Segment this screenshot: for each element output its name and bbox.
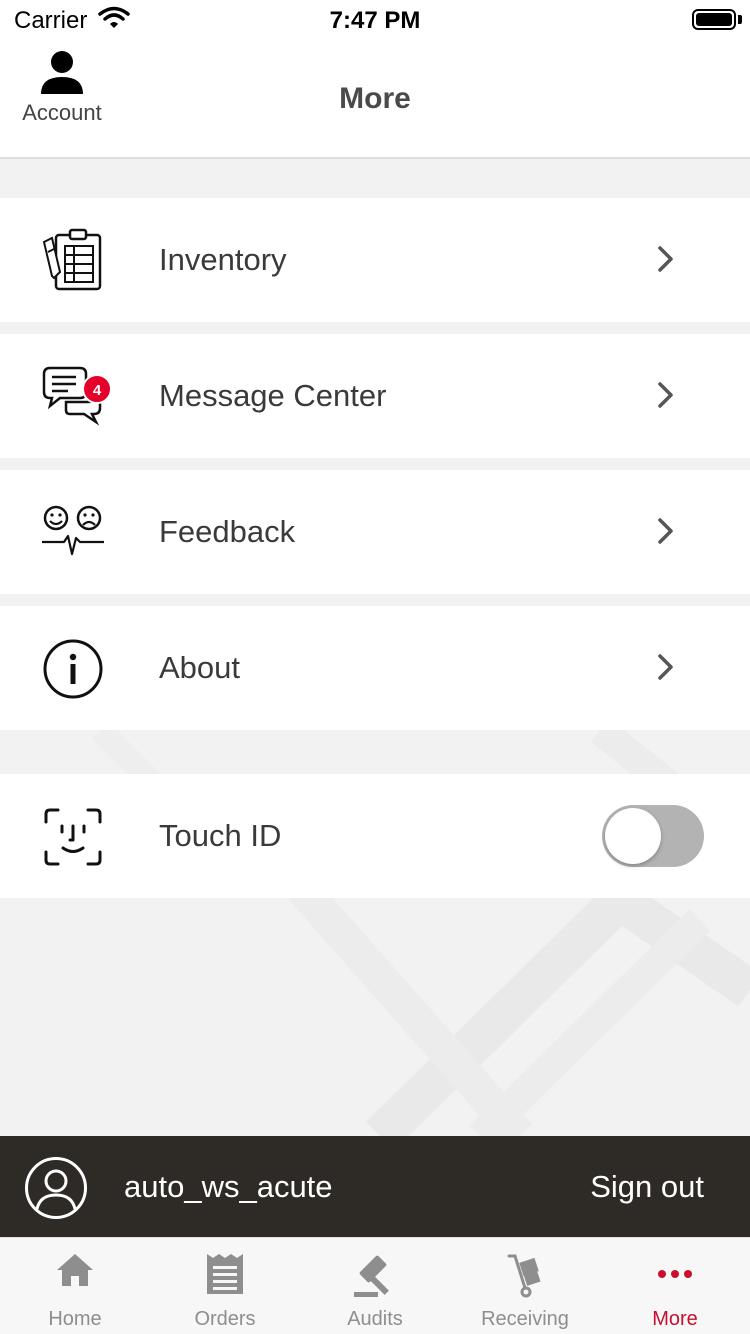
touch-id-toggle[interactable] bbox=[602, 805, 704, 867]
home-icon bbox=[57, 1254, 93, 1286]
chevron-right-icon bbox=[658, 518, 673, 544]
status-time: 7:47 PM bbox=[329, 7, 421, 34]
tab-bar: Home Orders Audits Receiving More bbox=[0, 1237, 750, 1334]
face-scan-icon bbox=[44, 808, 102, 866]
chevron-right-icon bbox=[658, 382, 673, 408]
touch-id-row: Touch ID bbox=[0, 774, 750, 898]
menu-item-label: Message Center bbox=[159, 378, 387, 413]
chevron-right-icon bbox=[658, 654, 673, 680]
user-bar: auto_ws_acute Sign out bbox=[0, 1136, 750, 1237]
toggle-knob bbox=[605, 808, 661, 864]
menu-item-label: Inventory bbox=[159, 242, 287, 277]
tab-orders[interactable]: Orders bbox=[150, 1238, 300, 1334]
receipt-icon bbox=[207, 1254, 243, 1294]
status-bar: Carrier 7:47 PM bbox=[0, 0, 750, 40]
menu-item-label: Feedback bbox=[159, 514, 296, 549]
hand-truck-icon bbox=[507, 1254, 541, 1298]
gavel-icon bbox=[354, 1255, 389, 1297]
smile-frown-faces-icon bbox=[42, 505, 104, 556]
menu-item-feedback[interactable]: Feedback bbox=[0, 470, 750, 594]
menu-item-inventory[interactable]: Inventory bbox=[0, 198, 750, 322]
tab-label: Orders bbox=[194, 1308, 256, 1330]
tab-home[interactable]: Home bbox=[0, 1238, 150, 1334]
info-circle-icon bbox=[43, 639, 103, 699]
tab-label: Receiving bbox=[481, 1308, 569, 1330]
chevron-right-icon bbox=[658, 246, 673, 272]
tab-receiving[interactable]: Receiving bbox=[450, 1238, 600, 1334]
clipboard-checklist-icon bbox=[42, 228, 102, 291]
unread-count-badge: 4 bbox=[82, 374, 112, 404]
touch-id-label: Touch ID bbox=[159, 818, 282, 853]
menu-item-about[interactable]: About bbox=[0, 606, 750, 730]
tab-audits[interactable]: Audits bbox=[300, 1238, 450, 1334]
menu-item-message-center[interactable]: 4 Message Center bbox=[0, 334, 750, 458]
username-label: auto_ws_acute bbox=[124, 1169, 333, 1204]
nav-bar: Account More bbox=[0, 40, 750, 159]
battery-icon bbox=[692, 9, 736, 30]
tab-label: Home bbox=[48, 1308, 102, 1330]
page-title: More bbox=[339, 82, 411, 115]
sign-out-button[interactable]: Sign out bbox=[590, 1169, 704, 1205]
tab-label: Audits bbox=[347, 1308, 403, 1330]
tab-label: More bbox=[652, 1308, 698, 1330]
menu-item-label: About bbox=[159, 650, 241, 685]
tab-more[interactable]: More bbox=[600, 1238, 750, 1334]
user-avatar-icon bbox=[25, 1157, 87, 1219]
more-dots-icon bbox=[658, 1270, 692, 1278]
